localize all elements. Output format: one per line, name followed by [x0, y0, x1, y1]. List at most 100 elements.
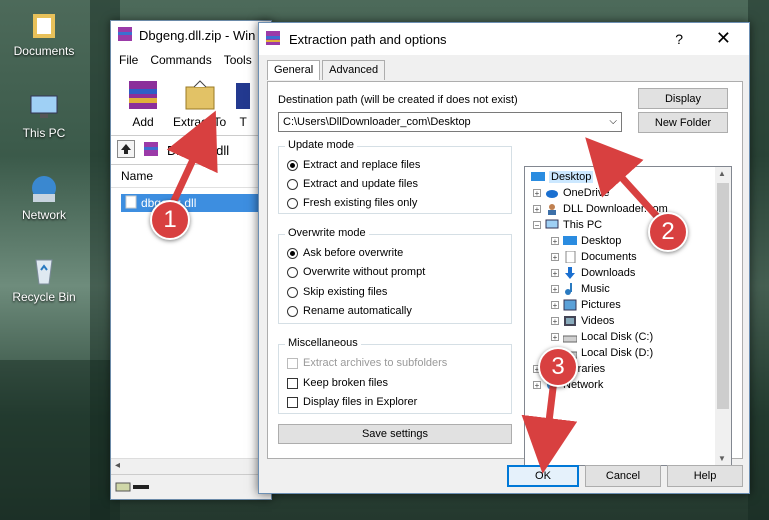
save-settings-button[interactable]: Save settings — [278, 424, 512, 444]
tree-item-downloads[interactable]: + Downloads — [551, 267, 635, 279]
tree-item-documents[interactable]: + Documents — [551, 250, 637, 264]
radio-button[interactable] — [287, 286, 298, 298]
music-icon — [563, 283, 577, 295]
ok-button[interactable]: OK — [507, 465, 579, 487]
radio-extract-replace[interactable]: Extract and replace files — [287, 159, 420, 171]
tree-label: Videos — [581, 315, 615, 327]
radio-button[interactable] — [287, 266, 298, 278]
radio-button[interactable] — [287, 159, 298, 171]
tree-vertical-scrollbar[interactable]: ▲ ▼ — [715, 167, 731, 465]
tree-item-onedrive[interactable]: + OneDrive — [533, 187, 609, 199]
close-icon[interactable]: ✕ — [716, 28, 731, 49]
radio-button[interactable] — [287, 197, 298, 209]
computer-icon — [545, 219, 559, 231]
chevron-down-icon[interactable]: ⌵ — [609, 116, 617, 127]
pictures-icon — [563, 299, 577, 311]
help-icon[interactable]: ? — [675, 31, 683, 47]
column-name-header[interactable]: Name — [111, 165, 271, 188]
expand-icon[interactable]: + — [551, 285, 559, 294]
horizontal-scrollbar[interactable]: ◂ — [111, 458, 271, 475]
display-button[interactable]: Display — [638, 88, 728, 109]
test-label: T — [239, 115, 247, 129]
add-button[interactable]: Add — [123, 79, 163, 129]
collapse-icon[interactable]: − — [533, 221, 541, 230]
radio-ask-before[interactable]: Ask before overwrite — [287, 247, 403, 259]
desktop-icon — [563, 235, 577, 247]
menu-commands[interactable]: Commands — [150, 53, 211, 67]
tree-item-pictures[interactable]: + Pictures — [551, 299, 621, 311]
expand-icon[interactable]: + — [551, 301, 559, 310]
radio-rename-automatically[interactable]: Rename automatically — [287, 305, 412, 317]
up-folder-icon[interactable] — [117, 139, 135, 161]
radio-fresh-existing[interactable]: Fresh existing files only — [287, 197, 417, 209]
winrar-app-icon — [117, 26, 133, 45]
tree-item-videos[interactable]: + Videos — [551, 315, 614, 327]
extract-to-icon — [180, 79, 220, 111]
desktop-icon-recycle-bin[interactable]: Recycle Bin — [4, 256, 84, 304]
tree-item-this-pc[interactable]: − This PC — [533, 219, 602, 231]
check-keep-broken[interactable]: Keep broken files — [287, 377, 388, 389]
new-folder-button[interactable]: New Folder — [638, 112, 728, 133]
scroll-up-icon[interactable]: ▲ — [718, 169, 726, 178]
expand-icon[interactable]: + — [551, 253, 559, 262]
checkbox[interactable] — [287, 377, 298, 389]
extract-to-button[interactable]: Extract To — [173, 79, 226, 129]
desktop-icon-label: Documents — [13, 44, 75, 58]
expand-icon[interactable]: + — [533, 189, 541, 198]
winrar-toolbar: Add Extract To T — [111, 71, 271, 129]
menu-file[interactable]: File — [119, 53, 138, 67]
destination-path-label: Destination path (will be created if doe… — [278, 94, 518, 106]
radio-label: Fresh existing files only — [303, 197, 418, 209]
radio-overwrite-without-prompt[interactable]: Overwrite without prompt — [287, 266, 425, 278]
general-panel: Destination path (will be created if doe… — [267, 81, 743, 466]
tree-item-desktop[interactable]: + Desktop — [551, 235, 621, 247]
checkbox-label: Display files in Explorer — [303, 396, 418, 408]
dialog-titlebar: Extraction path and options ? ✕ — [259, 23, 749, 55]
callout-badge-3: 3 — [538, 347, 578, 387]
destination-path-combobox[interactable]: C:\Users\DllDownloader_com\Desktop ⌵ — [278, 112, 622, 132]
add-label: Add — [132, 115, 154, 129]
desktop-icon-this-pc[interactable]: This PC — [4, 92, 84, 140]
tree-label: Pictures — [581, 299, 621, 311]
extract-to-label: Extract To — [173, 115, 227, 129]
expand-icon[interactable]: + — [551, 237, 559, 246]
folder-tree[interactable]: Desktop + OneDrive + DLL Downloader.com … — [524, 166, 732, 466]
desktop-icon-documents[interactable]: Documents — [4, 10, 84, 58]
scroll-left-icon[interactable]: ◂ — [115, 460, 120, 471]
expand-icon[interactable]: + — [551, 317, 559, 326]
scroll-down-icon[interactable]: ▼ — [718, 454, 726, 463]
radio-skip-existing[interactable]: Skip existing files — [287, 286, 387, 298]
tree-item-user[interactable]: + DLL Downloader.com — [533, 203, 668, 215]
radio-label: Ask before overwrite — [303, 247, 404, 259]
radio-button[interactable] — [287, 305, 298, 317]
radio-button[interactable] — [287, 247, 298, 259]
desktop-icon-network[interactable]: Network — [4, 174, 84, 222]
check-extract-subfolders: Extract archives to subfolders — [287, 357, 447, 369]
tree-item-music[interactable]: + Music — [551, 283, 610, 295]
dll-file-icon — [125, 195, 137, 212]
scroll-thumb[interactable] — [717, 183, 729, 409]
radio-button[interactable] — [287, 178, 298, 190]
tree-item-local-disk-c[interactable]: + Local Disk (C:) — [551, 331, 653, 343]
expand-icon[interactable]: + — [551, 333, 559, 342]
checkbox — [287, 357, 298, 369]
radio-extract-update[interactable]: Extract and update files — [287, 178, 418, 190]
tree-item-desktop-root[interactable]: Desktop — [531, 171, 594, 183]
test-button[interactable]: T — [236, 79, 251, 129]
help-button[interactable]: Help — [667, 465, 743, 487]
expand-icon[interactable]: + — [551, 269, 559, 278]
menu-tools[interactable]: Tools — [224, 53, 252, 67]
file-row-dbgeng[interactable]: dbgeng.dll — [121, 194, 261, 212]
cancel-button[interactable]: Cancel — [585, 465, 661, 487]
checkbox[interactable] — [287, 396, 298, 408]
tree-label: OneDrive — [563, 187, 610, 199]
tree-label: Desktop — [581, 235, 622, 247]
tab-advanced[interactable]: Advanced — [322, 60, 386, 80]
expand-icon[interactable]: + — [533, 205, 541, 214]
check-display-in-explorer[interactable]: Display files in Explorer — [287, 396, 417, 408]
expand-icon[interactable]: + — [533, 381, 541, 390]
folder-icon — [27, 10, 61, 40]
checkbox-label: Keep broken files — [303, 377, 388, 389]
archive-icon — [143, 141, 159, 160]
tab-general[interactable]: General — [267, 60, 321, 80]
